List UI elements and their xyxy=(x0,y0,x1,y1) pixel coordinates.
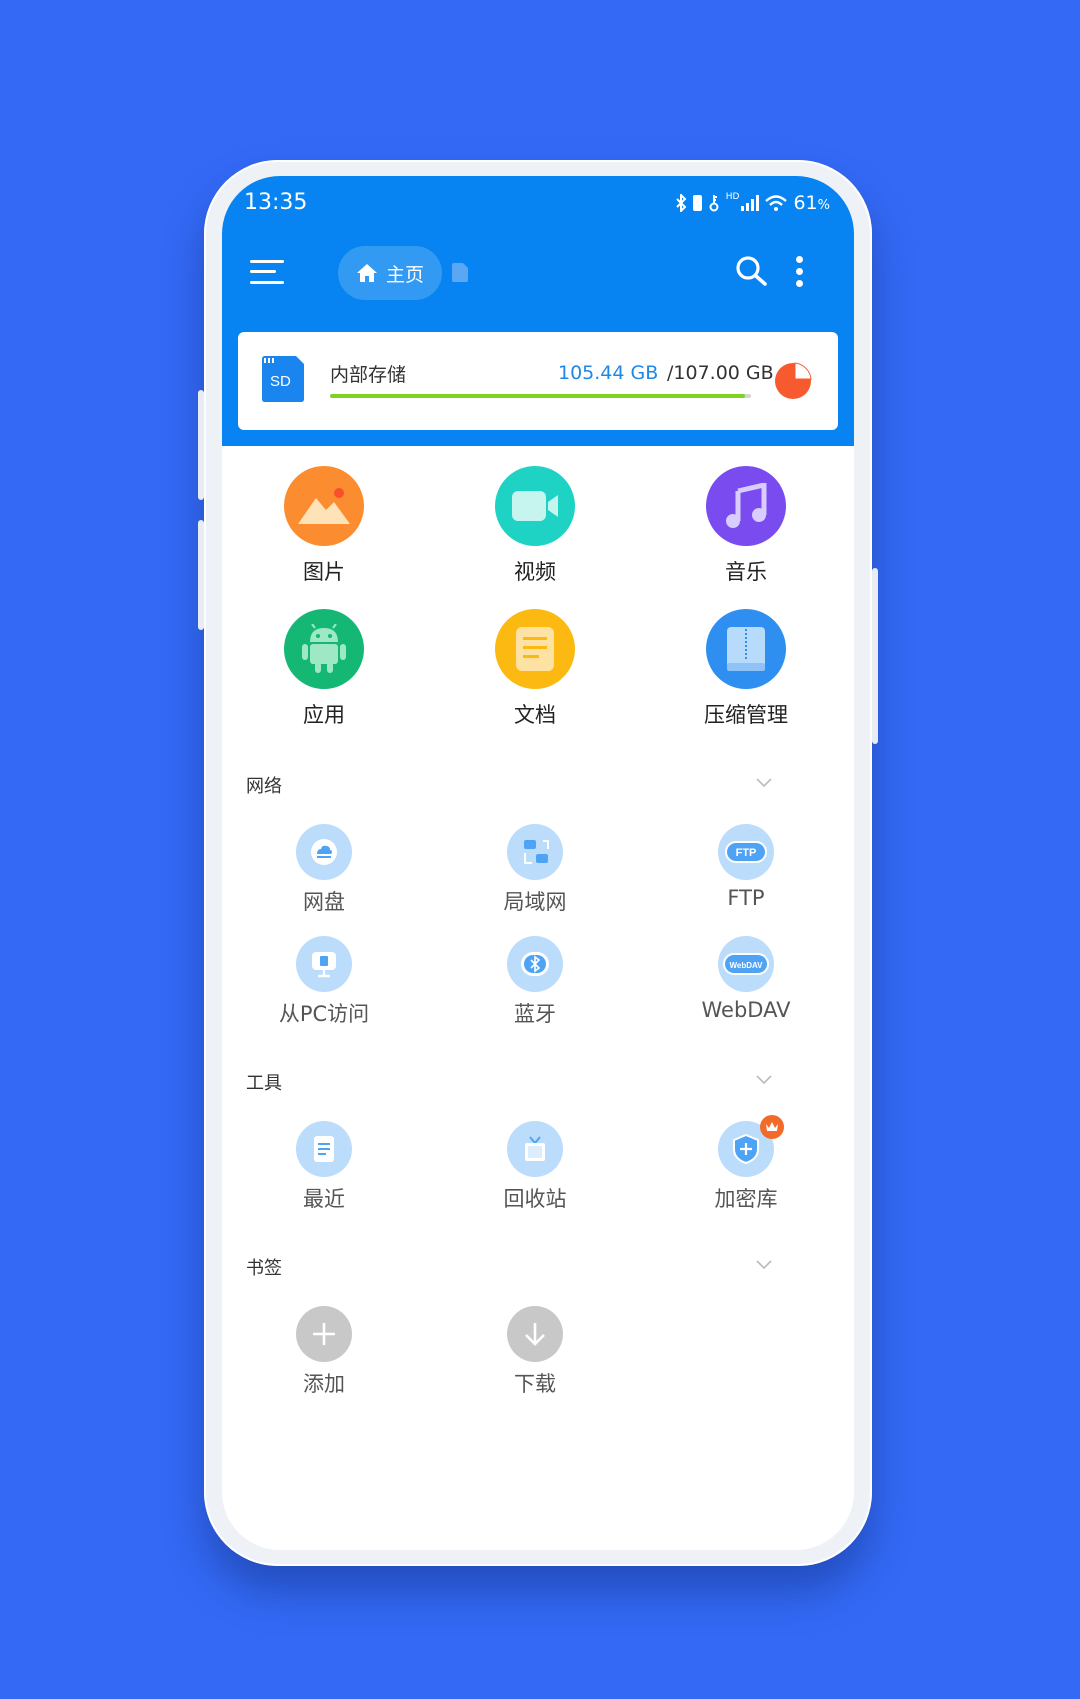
network-lan[interactable]: 局域网 xyxy=(435,824,635,916)
network-pc-access[interactable]: 从PC访问 xyxy=(224,936,424,1028)
battery-percent: 61 xyxy=(793,192,818,214)
tool-label: 添加 xyxy=(303,1372,345,1396)
archive-icon xyxy=(706,609,786,689)
tool-recycle-bin[interactable]: 回收站 xyxy=(435,1121,635,1213)
breadcrumb-home[interactable]: 主页 xyxy=(338,246,442,300)
category-music[interactable]: 音乐 xyxy=(646,466,846,586)
search-icon[interactable] xyxy=(734,254,768,288)
tool-vault[interactable]: 加密库 xyxy=(646,1115,846,1213)
storage-total: /107.00 GB xyxy=(667,362,774,384)
tool-label: 下载 xyxy=(514,1372,556,1396)
music-icon xyxy=(706,466,786,546)
phone-side-button xyxy=(198,390,204,500)
storage-progress-fill xyxy=(330,394,745,398)
category-archives[interactable]: 压缩管理 xyxy=(646,609,846,729)
section-title-bookmarks: 书签 xyxy=(246,1258,282,1279)
menu-icon[interactable] xyxy=(250,258,284,286)
tool-label: 蓝牙 xyxy=(514,1002,556,1026)
cloud-drive-icon xyxy=(296,824,352,880)
category-documents[interactable]: 文档 xyxy=(435,609,635,729)
app-header: 13:35 HD 61% 主页 SD 内部存储 105.44 GB /107.0… xyxy=(222,176,854,446)
webdav-icon: WebDAV xyxy=(718,936,774,992)
phone-side-button xyxy=(198,520,204,630)
bookmark-add[interactable]: 添加 xyxy=(224,1306,424,1398)
section-title-tools: 工具 xyxy=(246,1073,282,1094)
home-icon xyxy=(356,264,377,282)
storage-pie-icon xyxy=(775,362,812,399)
network-webdav[interactable]: WebDAV WebDAV xyxy=(646,936,846,1022)
ftp-icon: FTP xyxy=(718,824,774,880)
breadcrumb-home-label: 主页 xyxy=(385,263,424,286)
recent-icon xyxy=(296,1121,352,1177)
app-screen: 13:35 HD 61% 主页 SD 内部存储 105.44 GB /107.0… xyxy=(222,176,854,1550)
status-time: 13:35 xyxy=(244,190,308,215)
more-icon[interactable] xyxy=(796,256,804,288)
phone-frame: 13:35 HD 61% 主页 SD 内部存储 105.44 GB /107.0… xyxy=(198,160,878,1566)
storage-label: 内部存储 xyxy=(330,364,407,386)
video-icon xyxy=(495,466,575,546)
tool-label: FTP xyxy=(727,886,765,910)
section-title-network: 网络 xyxy=(246,776,282,797)
tool-label: WebDAV xyxy=(701,998,791,1022)
bluetooth-icon xyxy=(676,194,687,212)
chevron-down-icon[interactable] xyxy=(756,778,772,788)
sd-card-text: SD xyxy=(270,373,291,390)
key-icon xyxy=(709,195,719,212)
sd-card-icon: SD xyxy=(262,356,304,402)
signal-icon xyxy=(741,195,760,211)
tool-label: 从PC访问 xyxy=(278,1002,370,1026)
download-icon xyxy=(507,1306,563,1362)
tool-label: 回收站 xyxy=(503,1187,567,1211)
category-label: 应用 xyxy=(303,703,345,727)
webdav-icon-text: WebDAV xyxy=(729,961,763,970)
document-icon[interactable] xyxy=(452,263,468,282)
bookmark-download[interactable]: 下载 xyxy=(435,1306,635,1398)
pc-access-icon xyxy=(296,936,352,992)
network-cloud-drive[interactable]: 网盘 xyxy=(224,824,424,916)
network-badge: HD xyxy=(725,192,740,202)
battery-unit: % xyxy=(817,198,830,213)
category-label: 视频 xyxy=(514,560,556,584)
tool-label: 局域网 xyxy=(503,890,567,914)
tool-label: 加密库 xyxy=(714,1187,778,1211)
add-icon xyxy=(296,1306,352,1362)
vault-icon xyxy=(718,1115,784,1177)
tool-recent[interactable]: 最近 xyxy=(224,1121,424,1213)
storage-card[interactable]: SD 内部存储 105.44 GB /107.00 GB xyxy=(238,332,838,430)
storage-progress-bar xyxy=(330,394,751,398)
tool-label: 最近 xyxy=(303,1187,345,1211)
status-icons: HD 61% xyxy=(675,192,830,214)
category-apps[interactable]: 应用 xyxy=(224,609,424,729)
category-videos[interactable]: 视频 xyxy=(435,466,635,586)
wifi-icon xyxy=(765,195,788,211)
crown-icon xyxy=(760,1115,784,1139)
battery-icon xyxy=(692,195,702,211)
lan-icon xyxy=(507,824,563,880)
bluetooth-icon xyxy=(507,936,563,992)
chevron-down-icon[interactable] xyxy=(756,1260,772,1270)
chevron-down-icon[interactable] xyxy=(756,1075,772,1085)
recycle-bin-icon xyxy=(507,1121,563,1177)
network-bluetooth[interactable]: 蓝牙 xyxy=(435,936,635,1028)
storage-total-value: 107.00 GB xyxy=(673,362,774,384)
storage-used: 105.44 GB xyxy=(558,362,659,384)
tool-label: 网盘 xyxy=(303,890,345,914)
image-icon xyxy=(284,466,364,546)
category-label: 图片 xyxy=(303,560,345,584)
document-icon xyxy=(495,609,575,689)
phone-side-button xyxy=(872,568,878,744)
battery-level: 61% xyxy=(793,192,830,214)
category-images[interactable]: 图片 xyxy=(224,466,424,586)
network-ftp[interactable]: FTP FTP xyxy=(646,824,846,910)
category-label: 压缩管理 xyxy=(704,703,788,727)
ftp-icon-text: FTP xyxy=(736,847,757,859)
android-icon xyxy=(284,609,364,689)
category-label: 文档 xyxy=(514,703,556,727)
category-label: 音乐 xyxy=(725,560,767,584)
